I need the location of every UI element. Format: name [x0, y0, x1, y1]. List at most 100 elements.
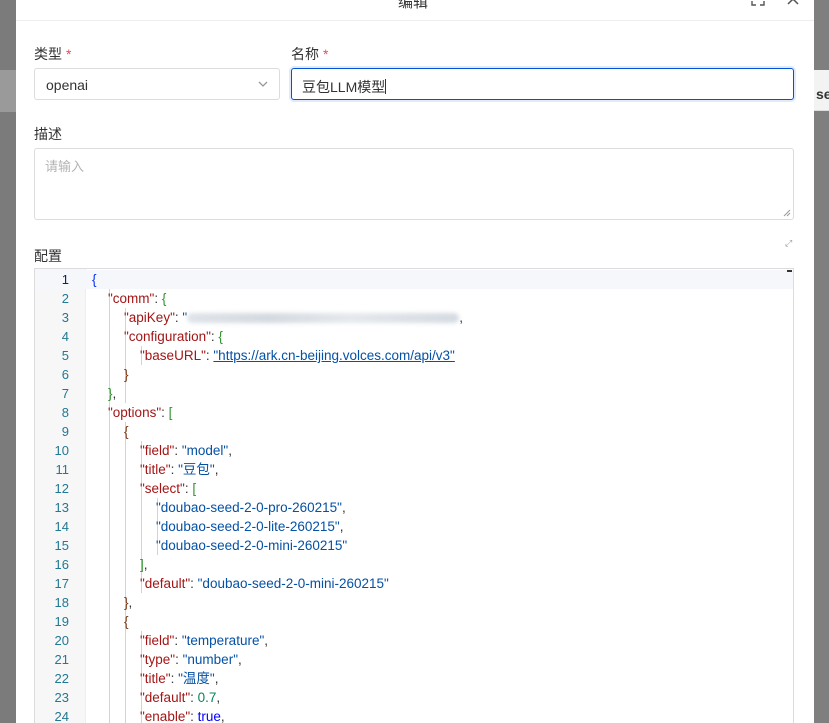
json-bracket: } [124, 367, 129, 382]
code-line: 10 "field": "model", [35, 441, 793, 460]
json-separator: : [174, 443, 182, 458]
code-lines: 1{2 "comm": {3 "apiKey": ", 4 "configuration… [35, 270, 793, 723]
close-icon[interactable] [786, 0, 800, 11]
json-separator: : [170, 671, 179, 686]
code-line: 18}, [35, 593, 793, 612]
code-line: 24 "enable": true, [35, 707, 793, 723]
code-line: 19 { [35, 612, 793, 631]
json-bracket: { [124, 614, 129, 629]
json-bracket: { [92, 272, 97, 287]
json-comma: , [237, 652, 242, 667]
code-text: "field": "temperature", [140, 631, 268, 650]
json-separator: : [161, 405, 169, 420]
json-separator: : [175, 652, 183, 667]
json-comma: , [220, 709, 225, 723]
json-separator: : [190, 709, 198, 723]
json-key: "title" [140, 671, 171, 686]
code-line: 16], [35, 555, 793, 574]
line-number: 13 [54, 500, 69, 515]
background-button-text: se [816, 86, 829, 102]
code-text: { [124, 422, 129, 441]
json-code-editor[interactable]: 1{2 "comm": {3 "apiKey": ", 4 "configuration… [34, 268, 794, 723]
page-backdrop-right: se [814, 0, 829, 723]
code-text: "doubao-seed-2-0-mini-260215" [156, 536, 347, 555]
line-number: 18 [54, 595, 69, 610]
json-comma: , [459, 310, 463, 325]
json-bracket: { [124, 424, 129, 439]
code-text: { [92, 270, 97, 289]
line-number: 19 [54, 614, 69, 629]
line-number: 14 [54, 519, 69, 534]
code-line: 4 "configuration": { [35, 327, 793, 346]
code-line: 23 "default": 0.7, [35, 688, 793, 707]
fullscreen-icon[interactable] [751, 0, 765, 11]
json-comma: , [214, 671, 219, 686]
json-comma: , [214, 462, 219, 477]
description-textarea[interactable]: 请输入 [34, 148, 794, 220]
code-text: } [124, 365, 129, 384]
json-comma: , [128, 595, 133, 610]
code-text: "title": "温度", [140, 669, 218, 688]
name-input[interactable]: 豆包LLM模型 [291, 68, 794, 100]
code-text: "comm": { [108, 289, 166, 308]
line-number: 10 [54, 443, 69, 458]
expand-icon[interactable]: ⤢ [785, 238, 792, 249]
code-line: 6} [35, 365, 793, 384]
json-key: "configuration" [124, 329, 211, 344]
code-line: 13 "doubao-seed-2-0-pro-260215", [35, 498, 793, 517]
backdrop-strip [0, 70, 16, 112]
code-line: 22 "title": "温度", [35, 669, 793, 688]
code-text: }, [108, 384, 116, 403]
background-button: se [814, 70, 829, 111]
text-cursor [385, 79, 387, 94]
json-string: "doubao-seed-2-0-pro-260215" [156, 500, 342, 515]
line-number: 16 [54, 557, 69, 572]
json-key: "default" [140, 576, 191, 591]
line-number: 2 [61, 291, 69, 306]
json-key: "select" [140, 481, 185, 496]
code-line: 15 "doubao-seed-2-0-mini-260215" [35, 536, 793, 555]
json-comma: , [143, 557, 148, 572]
line-number: 17 [54, 576, 69, 591]
json-boolean: true [197, 709, 221, 723]
required-mark: * [323, 46, 329, 62]
code-text: }, [124, 593, 132, 612]
json-key: "comm" [108, 291, 155, 306]
code-line: 7}, [35, 384, 793, 403]
json-key: "default" [140, 690, 191, 705]
dialog-header: 编辑 [16, 0, 814, 21]
json-bracket: { [218, 329, 223, 344]
code-text: "options": [ [108, 403, 172, 422]
json-bracket: { [161, 291, 167, 306]
code-line: 3 "apiKey": ", [35, 308, 793, 327]
json-key: "options" [108, 405, 162, 420]
editor-scrollbar[interactable] [787, 270, 792, 272]
line-number: 7 [61, 386, 69, 401]
json-comma: , [339, 519, 344, 534]
code-line: 8 "options": [ [35, 403, 793, 422]
json-separator: : [170, 462, 179, 477]
type-label-text: 类型 [34, 46, 62, 62]
type-select[interactable]: openai [34, 68, 280, 100]
json-bracket: [ [168, 405, 173, 420]
line-number: 3 [61, 310, 69, 325]
json-string: "doubao-seed-2-0-lite-260215" [156, 519, 340, 534]
resize-handle-icon[interactable] [783, 209, 791, 217]
json-string: "doubao-seed-2-0-mini-260215" [197, 576, 389, 591]
json-number: 0.7 [197, 690, 217, 705]
json-comma: , [341, 500, 346, 515]
json-separator: : [154, 291, 162, 306]
json-string-link: "https://ark.cn-beijing.volces.com/api/v… [213, 348, 455, 363]
json-string: "number" [182, 652, 238, 667]
code-text: "doubao-seed-2-0-pro-260215", [156, 498, 346, 517]
name-label-text: 名称 [291, 46, 319, 62]
description-placeholder: 请输入 [45, 159, 85, 174]
code-line: 21 "type": "number", [35, 650, 793, 669]
code-text: { [124, 612, 129, 631]
json-string: "temperature" [181, 633, 265, 648]
json-separator: : [174, 633, 182, 648]
code-text: "select": [ [140, 479, 196, 498]
chevron-down-icon [258, 81, 268, 87]
line-number: 8 [61, 405, 69, 420]
json-comma: , [228, 443, 232, 458]
